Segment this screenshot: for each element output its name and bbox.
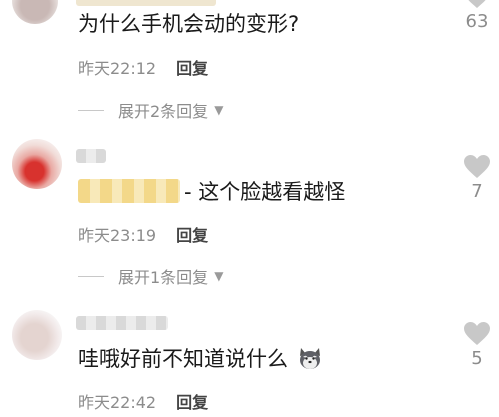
comment-time: 昨天22:42 <box>78 393 157 412</box>
husky-emoji-icon <box>297 345 323 371</box>
triangle-down-icon: ▼ <box>214 269 224 283</box>
reply-button[interactable]: 回复 <box>176 59 208 78</box>
reply-target-blurred[interactable] <box>78 179 180 203</box>
triangle-down-icon: ▼ <box>214 103 224 117</box>
divider-line <box>78 275 104 277</box>
expand-replies-button[interactable]: 展开2条回复 ▼ <box>78 98 223 122</box>
comment-text: 哇哦好前不知道说什么 <box>78 343 323 373</box>
expand-replies-button[interactable]: 展开1条回复 ▼ <box>78 264 223 288</box>
heart-icon <box>464 155 490 178</box>
like-count: 7 <box>471 181 483 202</box>
comment-time: 昨天23:19 <box>78 226 157 245</box>
comment-meta: 昨天22:12 回复 <box>78 55 208 79</box>
username-blurred[interactable] <box>76 316 168 330</box>
heart-icon <box>464 322 490 345</box>
divider-line <box>78 109 104 111</box>
heart-icon <box>468 0 486 8</box>
reply-button[interactable]: 回复 <box>176 226 208 245</box>
avatar[interactable] <box>12 139 62 189</box>
like-count: 5 <box>471 348 483 369</box>
reply-button[interactable]: 回复 <box>176 393 208 412</box>
like-count: 63 <box>465 11 489 32</box>
comment-meta: 昨天23:19 回复 <box>78 222 208 246</box>
expand-replies-label: 展开2条回复 <box>118 102 209 121</box>
like-button[interactable]: 63 <box>461 0 493 32</box>
avatar[interactable] <box>12 0 58 24</box>
comment-text: - 这个脸越看越怪 <box>78 176 345 206</box>
expand-replies-label: 展开1条回复 <box>118 268 209 287</box>
username-blurred[interactable] <box>76 149 106 163</box>
comment-body: 哇哦好前不知道说什么 <box>78 347 288 371</box>
comment-body: - 这个脸越看越怪 <box>184 180 346 204</box>
avatar[interactable] <box>12 310 62 360</box>
like-button[interactable]: 7 <box>461 154 493 202</box>
like-button[interactable]: 5 <box>461 321 493 369</box>
comment-text: 为什么手机会动的变形? <box>78 12 300 36</box>
comment-time: 昨天22:12 <box>78 59 157 78</box>
username-blurred[interactable] <box>76 0 216 6</box>
comment-meta: 昨天22:42 回复 <box>78 389 208 413</box>
